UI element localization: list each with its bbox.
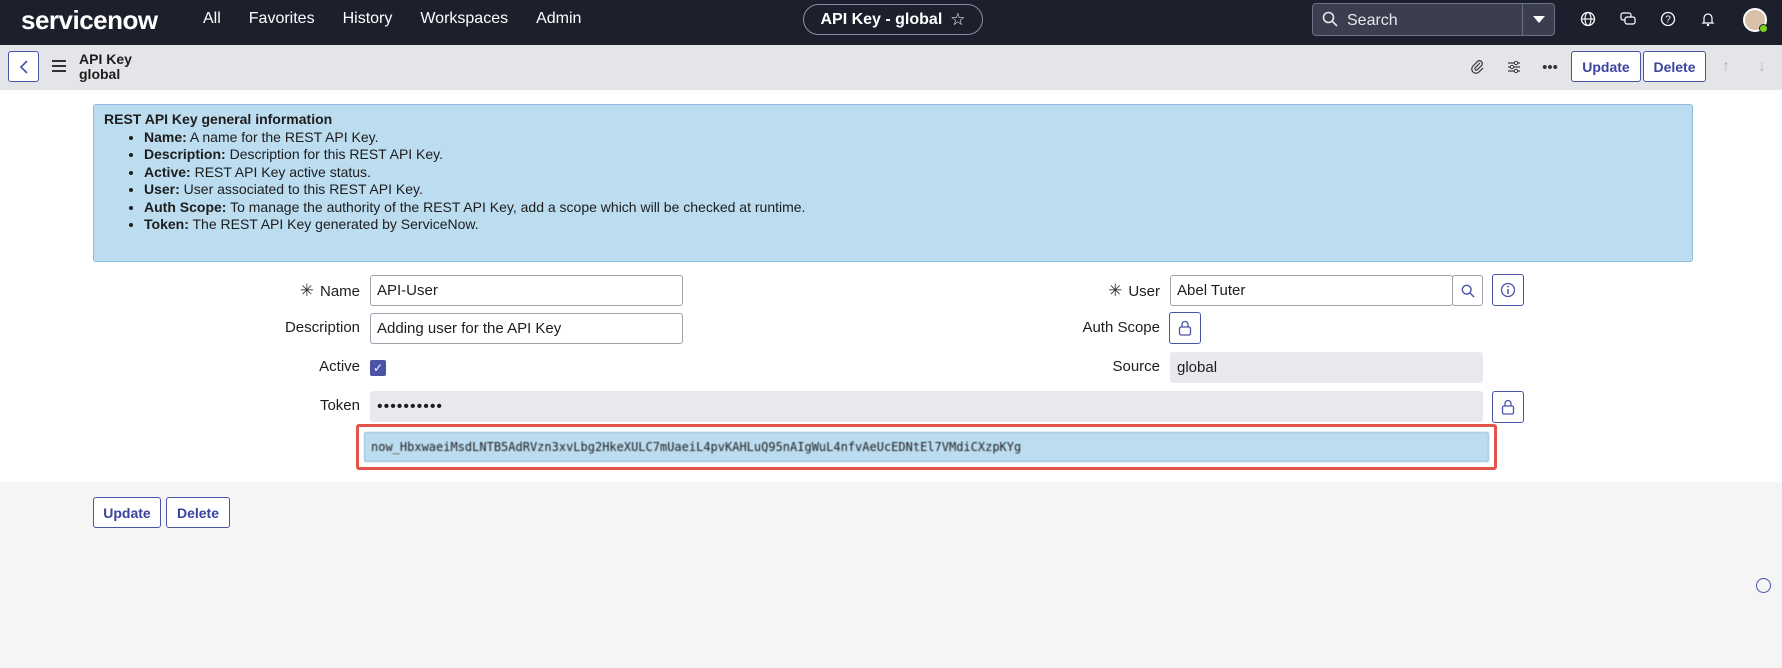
user-label: ✳ User	[1108, 281, 1160, 300]
search-icon	[1461, 284, 1475, 298]
active-label: Active	[319, 358, 360, 375]
global-search[interactable]: Search	[1312, 3, 1555, 36]
lock-icon	[1501, 399, 1515, 415]
form-header: API Key global ••• Update Delete ↑ ↓	[0, 45, 1782, 90]
token-highlight-box: now_HbxwaeiMsdLNTB5AdRVzn3xvLbg2HkeXULC7…	[356, 424, 1497, 470]
next-record-arrow-icon[interactable]: ↓	[1754, 58, 1770, 76]
nav-link-admin[interactable]: Admin	[536, 10, 581, 28]
record-scope-name: global	[79, 66, 121, 82]
nav-link-favorites[interactable]: Favorites	[249, 10, 315, 28]
servicenow-logo[interactable]: servicenow	[21, 5, 158, 36]
name-label: ✳ Name	[299, 281, 360, 300]
settings-sliders-icon[interactable]	[1505, 59, 1523, 77]
form-body: REST API Key general information Name: A…	[0, 90, 1782, 482]
back-button[interactable]	[8, 51, 39, 82]
info-icon	[1500, 282, 1516, 298]
user-lookup-button[interactable]	[1452, 275, 1483, 306]
search-input[interactable]: Search	[1347, 12, 1398, 30]
hamburger-menu-icon[interactable]	[52, 60, 66, 72]
nav-link-all[interactable]: All	[203, 10, 221, 28]
description-label: Description	[284, 319, 360, 336]
chevron-down-icon	[1532, 15, 1545, 23]
svg-text:?: ?	[1665, 15, 1671, 26]
header-delete-button[interactable]: Delete	[1643, 51, 1706, 82]
active-checkbox[interactable]: ✓	[370, 360, 386, 376]
token-revealed-field[interactable]: now_HbxwaeiMsdLNTB5AdRVzn3xvLbg2HkeXULC7…	[364, 432, 1489, 462]
previous-record-arrow-icon[interactable]: ↑	[1718, 58, 1734, 76]
chevron-left-icon	[19, 59, 28, 74]
required-asterisk-icon: ✳	[299, 281, 314, 300]
nav-icons: ?	[1580, 11, 1740, 27]
user-avatar[interactable]	[1743, 8, 1768, 33]
user-info-button[interactable]	[1492, 274, 1524, 306]
logo-text: servicenow	[21, 5, 158, 35]
nav-link-history[interactable]: History	[343, 10, 393, 28]
presence-indicator	[1759, 24, 1768, 33]
source-field: global	[1170, 352, 1483, 383]
search-dropdown-button[interactable]	[1522, 4, 1554, 35]
info-item-name: Name: A name for the REST API Key.	[144, 129, 1682, 147]
info-message-box: REST API Key general information Name: A…	[93, 104, 1693, 262]
auth-scope-label: Auth Scope	[1082, 319, 1160, 336]
globe-icon[interactable]	[1580, 11, 1596, 27]
name-field[interactable]: API-User	[370, 275, 683, 306]
star-icon[interactable]: ☆	[950, 10, 965, 30]
info-title: REST API Key general information	[104, 111, 333, 127]
footer-delete-button[interactable]: Delete	[166, 497, 230, 528]
search-icon	[1322, 11, 1338, 27]
nav-link-workspaces[interactable]: Workspaces	[420, 10, 508, 28]
info-item-auth-scope: Auth Scope: To manage the authority of t…	[144, 199, 1682, 217]
info-item-active: Active: REST API Key active status.	[144, 164, 1682, 182]
info-item-user: User: User associated to this REST API K…	[144, 181, 1682, 199]
bell-icon[interactable]	[1700, 11, 1716, 27]
more-options-icon[interactable]: •••	[1541, 59, 1559, 77]
token-masked-field[interactable]: ••••••••••	[370, 391, 1483, 422]
info-list: Name: A name for the REST API Key. Descr…	[144, 129, 1682, 234]
record-title-pill[interactable]: API Key - global ☆	[803, 4, 983, 35]
paperclip-icon[interactable]	[1469, 59, 1487, 77]
record-title: API Key - global	[820, 10, 943, 28]
response-time-clock-icon[interactable]	[1756, 578, 1771, 593]
lock-icon	[1178, 320, 1192, 336]
top-nav: servicenow All Favorites History Workspa…	[0, 0, 1782, 45]
header-update-button[interactable]: Update	[1571, 51, 1641, 82]
info-item-token: Token: The REST API Key generated by Ser…	[144, 216, 1682, 234]
record-header-title: API Key global	[79, 52, 132, 82]
nav-links: All Favorites History Workspaces Admin	[203, 10, 609, 28]
auth-scope-unlock-button[interactable]	[1169, 312, 1201, 344]
help-icon[interactable]: ?	[1660, 11, 1676, 27]
chat-icon[interactable]	[1620, 11, 1636, 27]
record-table-name: API Key	[79, 51, 132, 67]
required-asterisk-icon: ✳	[1108, 281, 1123, 300]
info-item-description: Description: Description for this REST A…	[144, 146, 1682, 164]
token-label: Token	[319, 397, 360, 414]
token-unlock-button[interactable]	[1492, 391, 1524, 423]
footer-update-button[interactable]: Update	[93, 497, 161, 528]
description-field[interactable]: Adding user for the API Key	[370, 313, 683, 344]
user-field[interactable]: Abel Tuter	[1170, 275, 1453, 306]
source-label: Source	[1112, 358, 1160, 375]
